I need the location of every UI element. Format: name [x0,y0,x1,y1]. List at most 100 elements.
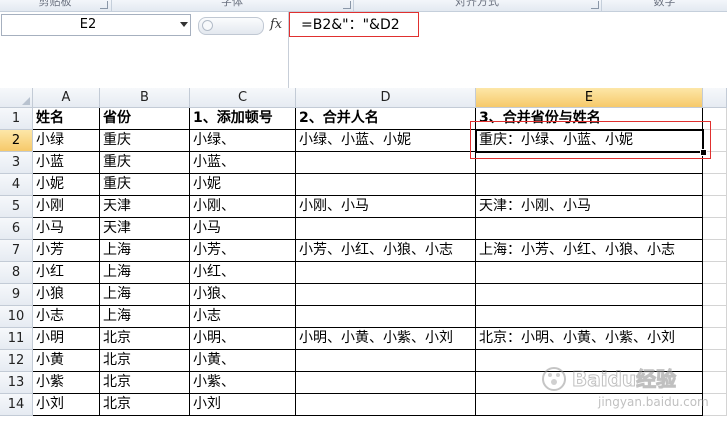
cell-f9[interactable] [703,284,727,306]
cell-b8[interactable]: 上海 [100,262,190,284]
formula-buttons-icon[interactable] [198,17,264,35]
cell-d2[interactable]: 小绿、小蓝、小妮 [296,130,476,152]
row-header-14[interactable]: 14 [0,394,33,416]
cell-c9[interactable]: 小狼、 [190,284,296,306]
cell-d1[interactable]: 2、合并人名 [296,108,476,130]
cell-a3[interactable]: 小蓝 [33,152,100,174]
dialog-launcher-icon[interactable] [591,1,599,9]
cell-d11[interactable]: 小明、小黄、小紫、小刘 [296,328,476,350]
cell-a6[interactable]: 小马 [33,218,100,240]
row-header-2[interactable]: 2 [0,130,33,152]
cell-a9[interactable]: 小狼 [33,284,100,306]
cell-a4[interactable]: 小妮 [33,174,100,196]
cell-a12[interactable]: 小黄 [33,350,100,372]
cell-d5[interactable]: 小刚、小马 [296,196,476,218]
row-header-8[interactable]: 8 [0,262,33,284]
row-header-1[interactable]: 1 [0,108,33,130]
select-all-button[interactable] [0,88,33,108]
cell-c4[interactable]: 小妮 [190,174,296,196]
chevron-down-icon[interactable] [180,22,188,27]
column-header-f[interactable] [703,88,727,108]
cell-e7[interactable]: 上海：小芳、小红、小狼、小志 [476,240,703,262]
row-header-12[interactable]: 12 [0,350,33,372]
row-header-3[interactable]: 3 [0,152,33,174]
cell-c11[interactable]: 小明、 [190,328,296,350]
cell-c5[interactable]: 小刚、 [190,196,296,218]
cell-c6[interactable]: 小马 [190,218,296,240]
cell-b14[interactable]: 北京 [100,394,190,416]
cell-b11[interactable]: 北京 [100,328,190,350]
cell-f10[interactable] [703,306,727,328]
cell-e10[interactable] [476,306,703,328]
cell-b4[interactable]: 重庆 [100,174,190,196]
row-header-5[interactable]: 5 [0,196,33,218]
cell-d7[interactable]: 小芳、小红、小狼、小志 [296,240,476,262]
cell-b7[interactable]: 上海 [100,240,190,262]
cell-b10[interactable]: 上海 [100,306,190,328]
cell-d13[interactable] [296,372,476,394]
cell-d9[interactable] [296,284,476,306]
cell-b13[interactable]: 北京 [100,372,190,394]
cell-f4[interactable] [703,174,727,196]
cell-a5[interactable]: 小刚 [33,196,100,218]
cell-b1[interactable]: 省份 [100,108,190,130]
cell-e5[interactable]: 天津：小刚、小马 [476,196,703,218]
row-header-11[interactable]: 11 [0,328,33,350]
cell-e8[interactable] [476,262,703,284]
cell-d12[interactable] [296,350,476,372]
name-box[interactable]: E2 [1,14,191,36]
cell-d14[interactable] [296,394,476,416]
cell-d10[interactable] [296,306,476,328]
column-header-e[interactable]: E [476,88,703,108]
cell-a10[interactable]: 小志 [33,306,100,328]
cell-a14[interactable]: 小刘 [33,394,100,416]
cell-d4[interactable] [296,174,476,196]
dialog-launcher-icon[interactable] [100,1,108,9]
cell-b9[interactable]: 上海 [100,284,190,306]
cell-d6[interactable] [296,218,476,240]
cell-f11[interactable] [703,328,727,350]
cell-c13[interactable]: 小紫、 [190,372,296,394]
column-header-c[interactable]: C [190,88,296,108]
cell-b2[interactable]: 重庆 [100,130,190,152]
cell-c2[interactable]: 小绿、 [190,130,296,152]
cell-c12[interactable]: 小黄、 [190,350,296,372]
column-header-a[interactable]: A [33,88,100,108]
cell-b12[interactable]: 北京 [100,350,190,372]
cell-d8[interactable] [296,262,476,284]
cell-b5[interactable]: 天津 [100,196,190,218]
insert-function-icon[interactable]: fx [270,15,282,35]
cell-a2[interactable]: 小绿 [33,130,100,152]
cell-e9[interactable] [476,284,703,306]
cell-c14[interactable]: 小刘 [190,394,296,416]
column-header-b[interactable]: B [100,88,190,108]
row-header-9[interactable]: 9 [0,284,33,306]
row-header-4[interactable]: 4 [0,174,33,196]
cell-b3[interactable]: 重庆 [100,152,190,174]
cell-a1[interactable]: 姓名 [33,108,100,130]
row-header-10[interactable]: 10 [0,306,33,328]
cell-f5[interactable] [703,196,727,218]
cell-c7[interactable]: 小芳、 [190,240,296,262]
cell-f8[interactable] [703,262,727,284]
cell-f6[interactable] [703,218,727,240]
cell-e6[interactable] [476,218,703,240]
cell-a13[interactable]: 小紫 [33,372,100,394]
cell-c3[interactable]: 小蓝、 [190,152,296,174]
cell-e11[interactable]: 北京：小明、小黄、小紫、小刘 [476,328,703,350]
cell-f7[interactable] [703,240,727,262]
cell-c8[interactable]: 小红、 [190,262,296,284]
cell-a8[interactable]: 小红 [33,262,100,284]
name-box-value[interactable]: E2 [2,15,174,35]
cell-b6[interactable]: 天津 [100,218,190,240]
cell-c1[interactable]: 1、添加顿号 [190,108,296,130]
row-header-7[interactable]: 7 [0,240,33,262]
row-header-6[interactable]: 6 [0,218,33,240]
cell-a11[interactable]: 小明 [33,328,100,350]
cell-a7[interactable]: 小芳 [33,240,100,262]
column-header-d[interactable]: D [296,88,476,108]
row-header-13[interactable]: 13 [0,372,33,394]
cell-e4[interactable] [476,174,703,196]
cell-d3[interactable] [296,152,476,174]
cell-c10[interactable]: 小志 [190,306,296,328]
